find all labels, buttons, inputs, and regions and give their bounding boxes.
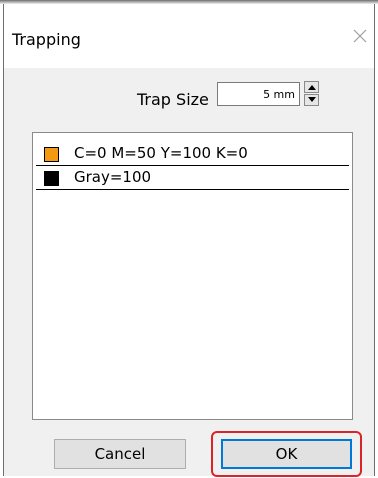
color-name: Gray=100 <box>74 168 152 186</box>
color-listbox[interactable]: C=0 M=50 Y=100 K=0 Gray=100 <box>32 132 353 420</box>
close-icon <box>353 29 367 43</box>
trap-size-input[interactable] <box>217 82 300 106</box>
trap-size-label: Trap Size <box>137 90 209 109</box>
increment-button[interactable] <box>304 81 319 93</box>
trap-size-spinner <box>304 81 319 107</box>
screen: Trapping Trap Size 5 mm C=0 M=50 Y=100 K… <box>0 0 378 478</box>
chevron-down-icon <box>308 97 316 102</box>
color-name: C=0 M=50 Y=100 K=0 <box>74 144 248 162</box>
decrement-button[interactable] <box>304 94 319 106</box>
title-bar: Trapping <box>4 4 374 68</box>
trapping-dialog: Trapping Trap Size 5 mm C=0 M=50 Y=100 K… <box>3 4 375 477</box>
list-item[interactable]: C=0 M=50 Y=100 K=0 <box>36 142 349 166</box>
ok-button[interactable]: OK <box>221 439 352 469</box>
color-swatch <box>44 147 59 162</box>
chevron-up-icon <box>308 85 316 90</box>
cancel-button[interactable]: Cancel <box>54 439 186 469</box>
color-swatch <box>44 171 59 186</box>
dialog-title: Trapping <box>12 30 81 49</box>
close-button[interactable] <box>351 27 369 45</box>
list-item[interactable]: Gray=100 <box>36 166 349 190</box>
